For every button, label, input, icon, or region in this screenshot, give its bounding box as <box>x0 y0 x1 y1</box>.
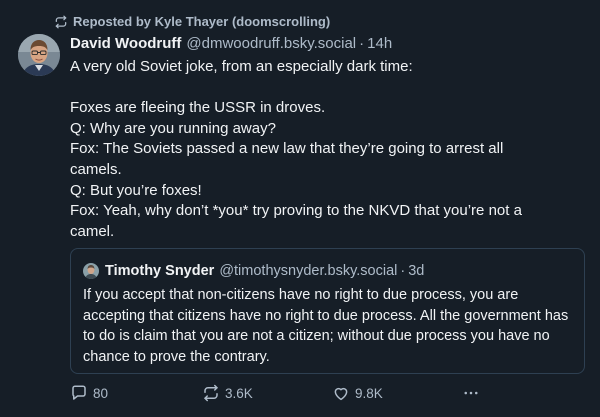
author-name[interactable]: David Woodruff <box>70 34 181 54</box>
author-avatar[interactable] <box>18 34 60 76</box>
quoted-post-text: If you accept that non-citizens have no … <box>83 287 569 365</box>
post-timestamp[interactable]: 14h <box>367 34 392 54</box>
post-header: David Woodruff @dmwoodruff.bsky.social ·… <box>70 34 586 54</box>
reply-button[interactable]: 80 <box>70 384 108 402</box>
repost-count: 3.6K <box>225 385 253 401</box>
repost-indicator[interactable]: Reposted by Kyle Thayer (doomscrolling) <box>54 14 330 29</box>
author-photo <box>18 34 60 76</box>
repost-label: Reposted by Kyle Thayer (doomscrolling) <box>73 14 331 29</box>
repost-icon <box>204 384 218 402</box>
quoted-post-header: Timothy Snyder @timothysnyder.bsky.socia… <box>83 261 572 281</box>
reply-icon <box>72 385 86 400</box>
repost-button[interactable]: 3.6K <box>202 384 253 402</box>
quoted-author-photo <box>83 263 99 279</box>
post-body-text: A very old Soviet joke, from an especial… <box>70 58 522 240</box>
post-actions: 80 3.6K 9.8K <box>70 384 490 406</box>
author-handle[interactable]: @dmwoodruff.bsky.social <box>186 34 356 54</box>
more-options-button[interactable] <box>462 384 480 402</box>
quoted-post-timestamp[interactable]: 3d <box>408 261 424 281</box>
quoted-header-separator: · <box>400 263 406 279</box>
repost-icon <box>55 15 67 28</box>
quoted-author-handle[interactable]: @timothysnyder.bsky.social <box>219 261 397 281</box>
like-icon <box>334 387 348 401</box>
like-button[interactable]: 9.8K <box>332 384 383 402</box>
like-count: 9.8K <box>355 385 383 401</box>
reply-count: 80 <box>93 385 109 401</box>
header-separator: · <box>359 35 365 52</box>
feed-post[interactable]: Reposted by Kyle Thayer (doomscrolling) … <box>0 0 600 417</box>
quoted-author-name[interactable]: Timothy Snyder <box>105 261 214 281</box>
post-content: David Woodruff @dmwoodruff.bsky.social ·… <box>70 34 586 242</box>
more-icon <box>464 391 478 395</box>
quoted-post[interactable]: Timothy Snyder @timothysnyder.bsky.socia… <box>70 248 585 374</box>
quoted-author-avatar <box>83 263 99 279</box>
